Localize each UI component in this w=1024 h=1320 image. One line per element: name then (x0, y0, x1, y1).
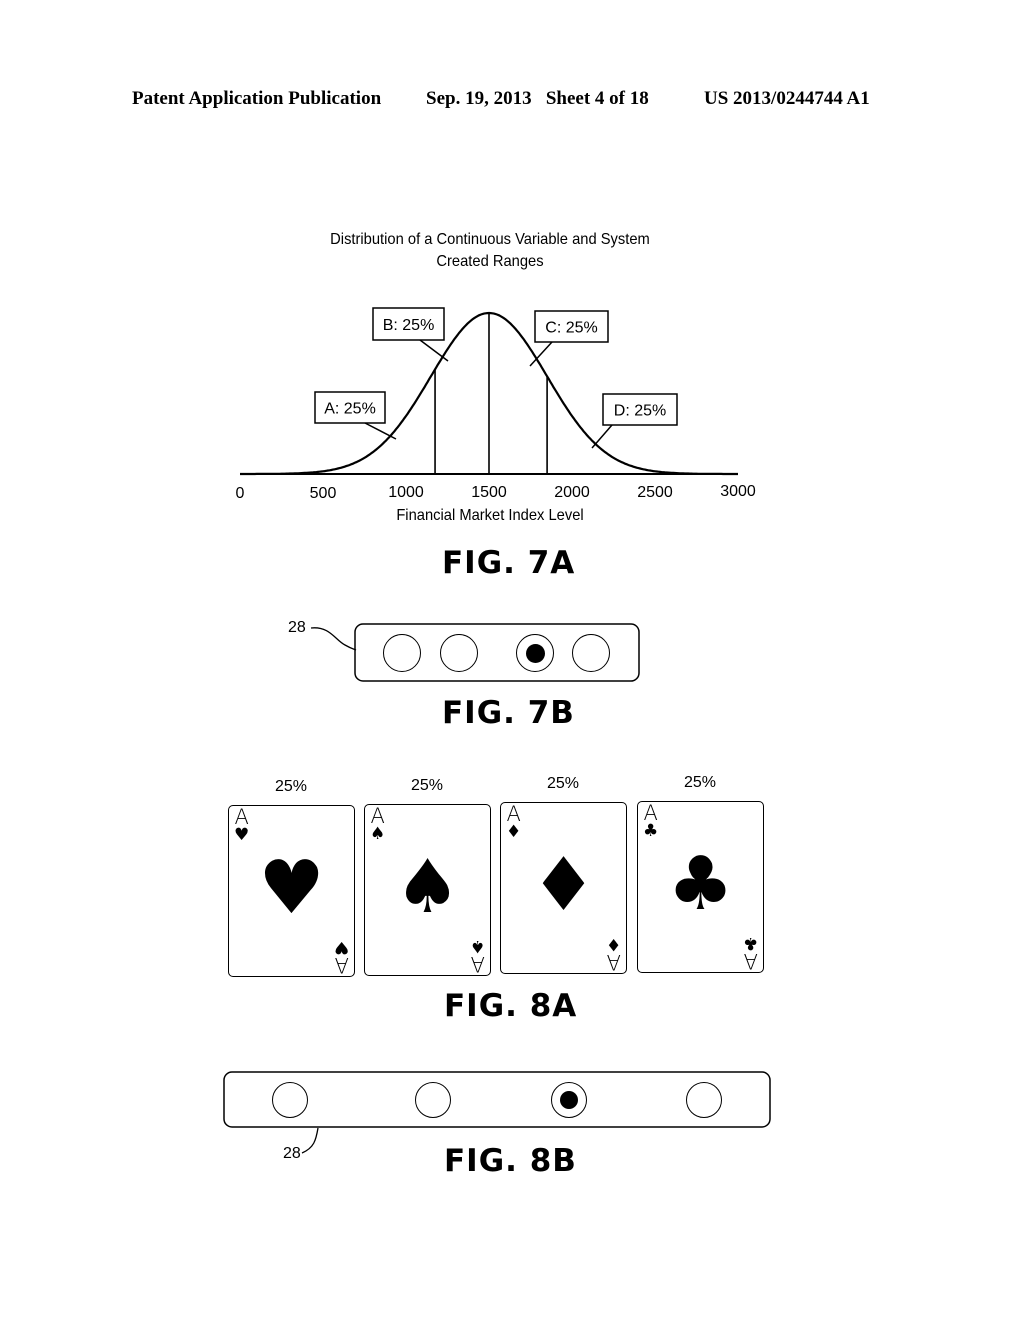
radio-option-1[interactable] (272, 1082, 308, 1118)
reference-numeral-28: 28 (283, 1145, 301, 1162)
radio-option-4[interactable] (686, 1082, 722, 1118)
figure-label-8b: FIG. 8B (444, 1143, 577, 1179)
leader-line (301, 1127, 319, 1154)
radio-option-2[interactable] (415, 1082, 451, 1118)
fig8b-graphic (223, 1071, 771, 1154)
radio-option-3-selected[interactable] (551, 1082, 587, 1118)
radio-selected-dot (560, 1091, 578, 1109)
